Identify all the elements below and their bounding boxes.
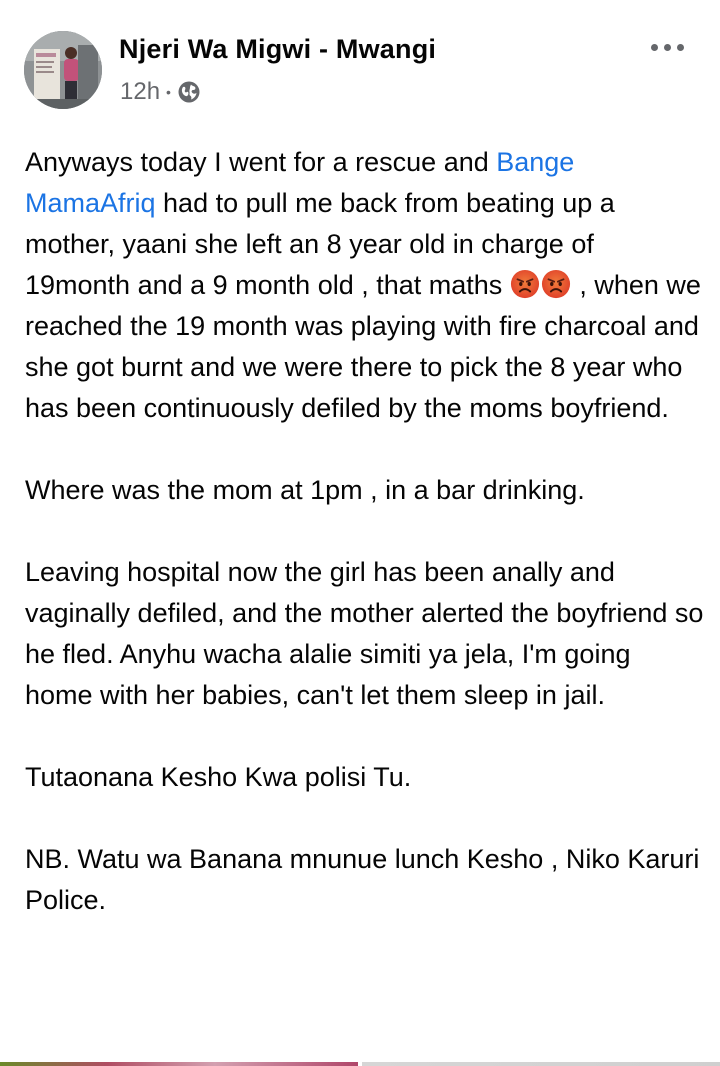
post-paragraph: Leaving hospital now the girl has been a…: [25, 557, 704, 710]
post-paragraph: Where was the mom at 1pm , in a bar drin…: [25, 475, 585, 505]
angry-face-icon: [541, 269, 570, 299]
attached-media-preview-edge: [0, 1062, 720, 1066]
media-thumbnail-edge[interactable]: [0, 1062, 358, 1066]
more-options-icon: [650, 43, 658, 51]
avatar-photo: [24, 31, 102, 109]
post-paragraph: Tutaonana Kesho Kwa polisi Tu.: [25, 762, 412, 792]
more-options-button[interactable]: [645, 34, 689, 60]
post-time[interactable]: 12h: [120, 78, 160, 106]
paragraph-text: Anyways today I went for a rescue and: [25, 147, 497, 177]
post-body: Anyways today I went for a rescue and Ba…: [25, 142, 705, 921]
more-options-icon: [676, 43, 684, 51]
angry-face-icon: [510, 269, 539, 299]
post-paragraph: Anyways today I went for a rescue and Ba…: [25, 142, 705, 429]
meta-separator: •: [166, 84, 171, 100]
author-name[interactable]: Njeri Wa Migwi - Mwangi: [119, 34, 436, 65]
post-meta: 12h •: [120, 78, 201, 106]
post-paragraph: NB. Watu wa Banana mnunue lunch Kesho , …: [25, 844, 700, 915]
media-thumbnail-edge[interactable]: [362, 1062, 720, 1066]
more-options-icon: [663, 43, 671, 51]
post-card: Njeri Wa Migwi - Mwangi 12h • Anyways to…: [0, 0, 720, 1066]
post-header: Njeri Wa Migwi - Mwangi 12h •: [0, 0, 720, 120]
globe-icon: [177, 80, 201, 104]
author-avatar[interactable]: [24, 31, 102, 109]
